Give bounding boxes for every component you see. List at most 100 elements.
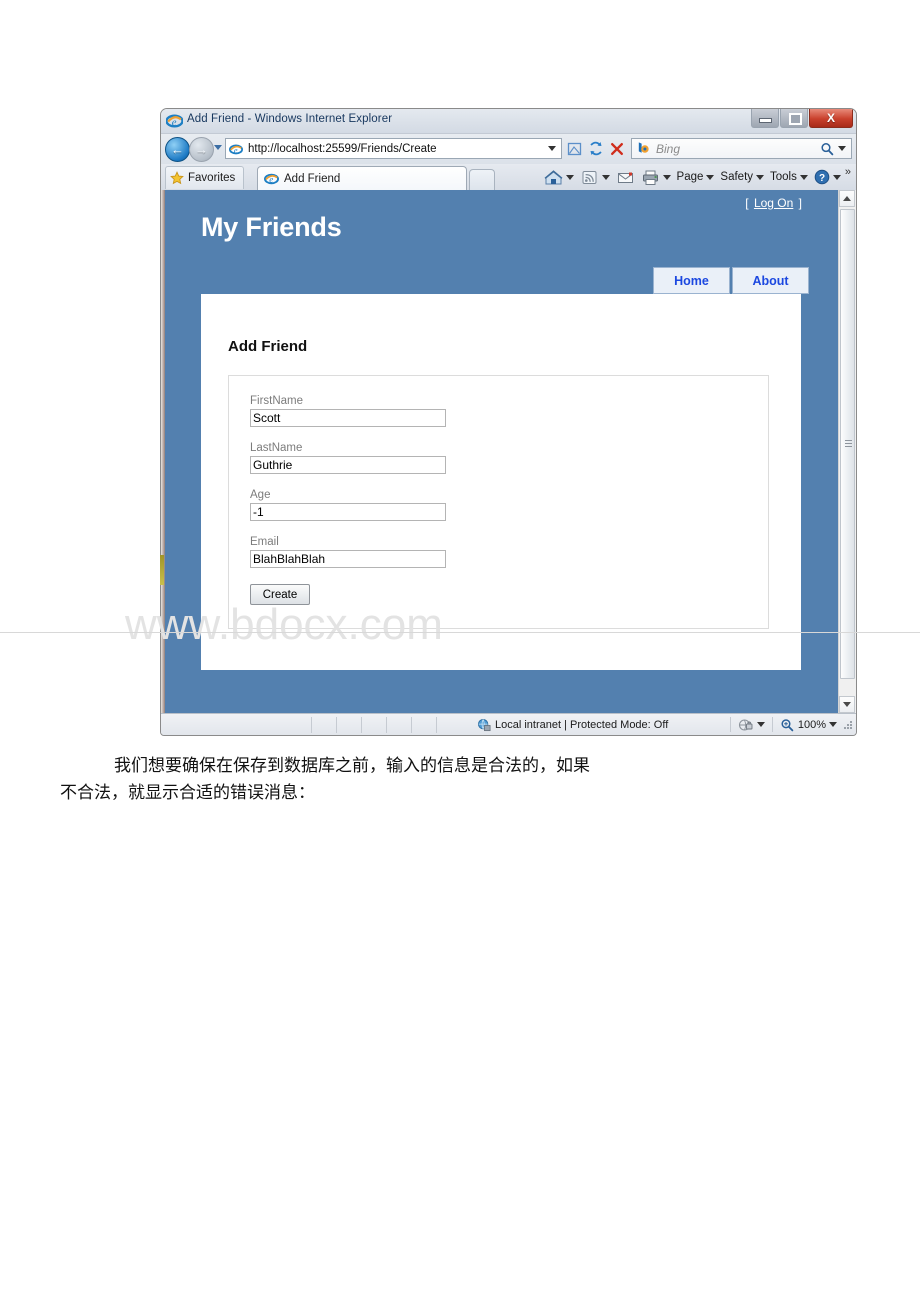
lastname-input[interactable] — [250, 456, 446, 474]
chevron-down-icon[interactable] — [829, 722, 837, 727]
chevron-down-icon[interactable] — [838, 146, 846, 151]
help-button[interactable]: ? — [811, 166, 844, 188]
lastname-label: LastName — [250, 442, 303, 454]
chevron-down-icon[interactable] — [601, 174, 610, 180]
logon-area: [ Log On ] — [745, 196, 802, 210]
add-friend-form: FirstName LastName Age Email — [228, 375, 769, 629]
svg-text:e: e — [172, 117, 177, 128]
url-text: http://localhost:25599/Friends/Create — [248, 142, 437, 155]
command-bar-overflow-button[interactable]: » — [844, 166, 854, 185]
forward-arrow-icon: → — [195, 142, 208, 157]
chevron-down-icon — [756, 174, 765, 180]
chevron-down-icon[interactable] — [565, 174, 574, 180]
favorites-label: Favorites — [188, 172, 236, 184]
zoom-icon[interactable] — [780, 718, 794, 732]
maximize-button[interactable] — [780, 109, 808, 128]
scrollbar-thumb[interactable] — [840, 209, 855, 679]
page-menu-label: Page — [676, 171, 704, 183]
address-bar-row: ← → e http://localhost:25599/Friends/Cre… — [161, 134, 856, 164]
chevron-down-icon — [832, 174, 841, 180]
chevron-down-icon[interactable] — [662, 174, 671, 180]
mail-icon — [617, 172, 633, 183]
tools-menu-label: Tools — [770, 171, 797, 183]
age-input[interactable] — [250, 503, 446, 521]
mail-button[interactable] — [613, 166, 638, 188]
status-bar-right: 100% — [726, 717, 852, 732]
refresh-button[interactable] — [586, 139, 605, 158]
refresh-icon — [589, 141, 602, 156]
tab-bar-row: Favorites e Add Friend Page Safety Tools… — [161, 164, 856, 191]
nav-tab-home-label: Home — [674, 273, 709, 288]
email-label: Email — [250, 536, 279, 548]
create-button[interactable]: Create — [250, 584, 310, 605]
safety-menu[interactable]: Safety — [717, 166, 767, 188]
home-icon — [544, 169, 562, 184]
page-viewport: [ Log On ] My Friends Home About Add Fri… — [161, 190, 856, 713]
paragraph-line-1: 我们想要确保在保存到数据库之前，输入的信息是合法的，如果 — [114, 756, 590, 775]
logon-bracket-right: ] — [798, 196, 802, 210]
safety-menu-label: Safety — [720, 171, 754, 183]
favorites-button[interactable]: Favorites — [165, 166, 245, 189]
firstname-input[interactable] — [250, 409, 446, 427]
resize-grip-icon[interactable] — [844, 720, 852, 729]
close-button[interactable]: X — [809, 109, 853, 128]
site-header: [ Log On ] My Friends Home About — [165, 190, 839, 294]
site-title: My Friends — [201, 212, 342, 242]
security-zone-status[interactable]: Local intranet | Protected Mode: Off — [477, 718, 668, 732]
chevron-down-icon[interactable] — [548, 146, 556, 151]
ie-page-icon: e — [264, 173, 279, 185]
compatibility-view-button[interactable] — [565, 139, 584, 158]
window-title: Add Friend - Windows Internet Explorer — [187, 113, 393, 125]
home-button[interactable] — [541, 166, 577, 188]
scroll-up-arrow-icon[interactable] — [839, 190, 855, 207]
stop-icon — [610, 142, 623, 155]
scroll-down-arrow-icon[interactable] — [839, 696, 855, 713]
browser-window: e Add Friend - Windows Internet Explorer… — [160, 108, 857, 736]
email-input[interactable] — [250, 550, 446, 568]
internet-zone-icon — [477, 718, 491, 731]
field-row-lastname: LastName — [250, 442, 446, 474]
stop-button[interactable] — [607, 139, 626, 158]
field-row-age: Age — [250, 489, 446, 521]
age-label: Age — [250, 489, 271, 501]
feeds-button[interactable] — [577, 166, 613, 188]
back-arrow-icon: ← — [171, 142, 184, 157]
status-bar-segments — [311, 716, 461, 733]
status-divider — [771, 717, 773, 732]
nav-tab-about[interactable]: About — [732, 267, 809, 294]
svg-text:?: ? — [819, 173, 825, 184]
print-button[interactable] — [638, 166, 674, 188]
minimize-button[interactable] — [751, 109, 779, 128]
tools-menu[interactable]: Tools — [767, 166, 811, 188]
chevron-down-icon[interactable] — [756, 722, 765, 727]
logon-bracket-left: [ — [745, 196, 749, 210]
page-menu[interactable]: Page — [674, 166, 718, 188]
search-input[interactable]: Bing — [631, 138, 852, 159]
new-tab-button[interactable] — [469, 169, 495, 190]
title-bar: e Add Friend - Windows Internet Explorer… — [161, 109, 856, 134]
logon-link[interactable]: Log On — [752, 196, 795, 210]
address-input[interactable]: e http://localhost:25599/Friends/Create — [225, 138, 562, 159]
browser-tab-add-friend[interactable]: e Add Friend — [257, 166, 467, 190]
chevron-down-icon — [706, 174, 715, 180]
zone-text: Local intranet | Protected Mode: Off — [495, 718, 669, 731]
nav-tab-home[interactable]: Home — [653, 267, 730, 294]
compatibility-view-icon — [567, 142, 582, 155]
vertical-scrollbar[interactable] — [838, 190, 856, 713]
status-divider — [729, 717, 731, 732]
watermark-rule — [0, 632, 920, 633]
field-row-firstname: FirstName — [250, 395, 446, 427]
privacy-report-icon[interactable] — [738, 718, 754, 732]
paragraph-line-2: 不合法，就显示合适的错误消息： — [60, 783, 315, 802]
close-icon: X — [826, 111, 835, 125]
tab-title: Add Friend — [284, 172, 341, 185]
forward-button[interactable]: → — [189, 137, 214, 162]
svg-text:e: e — [269, 175, 273, 185]
printer-icon — [642, 170, 658, 185]
back-button[interactable]: ← — [165, 137, 190, 162]
recent-pages-dropdown-icon[interactable] — [214, 145, 222, 150]
document-paragraph: 我们想要确保在保存到数据库之前，输入的信息是合法的，如果 不合法，就显示合适的错… — [60, 752, 860, 806]
zoom-level-label: 100% — [797, 718, 826, 731]
search-icon[interactable] — [820, 142, 834, 156]
scrollbar-grip-icon — [845, 440, 852, 448]
